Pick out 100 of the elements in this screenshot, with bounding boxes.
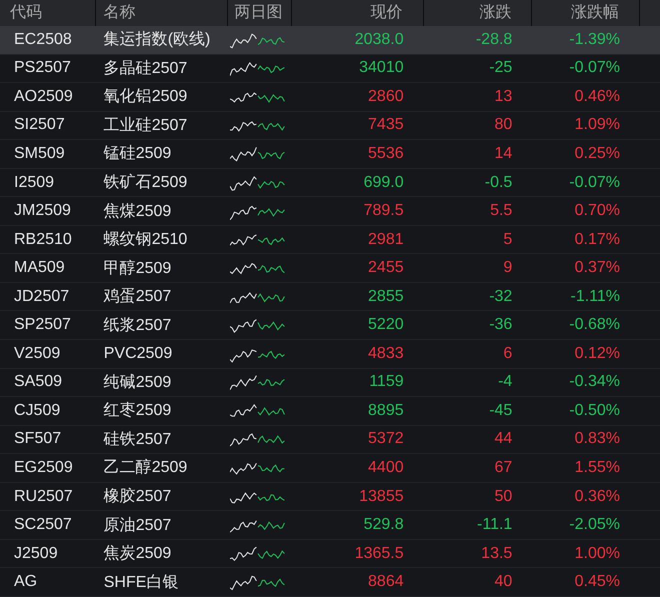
table-cell-text: CJ509 <box>13 402 62 420</box>
table-cell-text: 氧化铝2509 <box>102 87 188 108</box>
table-cell-text: 甲醇2509 <box>102 258 172 279</box>
table-cell-text: -2.05% <box>568 516 621 534</box>
table-cell-text: SP2507 <box>13 316 72 334</box>
table-row[interactable]: CJ509 红枣2509 8895 -45 -0.50% <box>0 397 660 426</box>
table-cell-text: 7435 <box>367 116 405 134</box>
table-row[interactable]: AG SHFE白银 8864 40 0.45% <box>0 568 660 597</box>
table-row[interactable]: AO2509 氧化铝2509 2860 13 0.46% <box>0 83 660 112</box>
table-cell-text: 1.09% <box>574 116 621 134</box>
table-cell-text: 529.8 <box>362 516 405 534</box>
table-cell-text: 乙二醇2509 <box>102 458 188 478</box>
table-row[interactable]: JM2509 焦煤2509 789.5 5.5 0.70% <box>0 197 660 226</box>
table-row[interactable]: SP2507 纸浆2507 5220 -36 -0.68% <box>0 311 660 340</box>
table-row[interactable]: RB2510 螺纹钢2510 2981 5 0.17% <box>0 226 660 254</box>
table-cell-text: SA509 <box>13 373 64 392</box>
table-cell-text: -0.07% <box>568 59 621 78</box>
table-cell-text: 5 <box>502 230 514 249</box>
table-cell-text: 1159 <box>368 373 405 392</box>
table-cell-text: -32 <box>488 288 514 306</box>
table-cell-text: 44 <box>494 430 514 448</box>
table-row[interactable]: I2509 铁矿石2509 699.0 -0.5 -0.07% <box>0 168 660 198</box>
table-row[interactable]: SA509 纯碱2509 1159 -4 -0.34% <box>0 368 660 398</box>
table-cell-text: 0.37% <box>574 259 621 278</box>
table-cell-text: SI2507 <box>13 116 66 134</box>
table-cell-text: 焦炭2509 <box>102 544 172 564</box>
table-cell-text: 焦煤2509 <box>102 202 172 222</box>
table-cell-text: -0.68% <box>568 316 621 334</box>
table-cell-text: -28.8 <box>474 30 514 49</box>
table-cell-text: J2509 <box>13 544 59 563</box>
table-cell-text: RB2510 <box>13 230 73 249</box>
table-cell-text: 铁矿石2509 <box>102 172 188 193</box>
table-cell-text: 14 <box>494 144 514 163</box>
table-cell-text: AG <box>13 573 38 592</box>
table-cell-text: 2855 <box>367 288 405 306</box>
table-cell-text: I2509 <box>13 174 56 192</box>
table-row[interactable]: MA509 甲醇2509 2455 9 0.37% <box>0 254 660 283</box>
table-cell-text: 纯碱2509 <box>102 372 172 393</box>
table-cell-text: AO2509 <box>13 88 74 106</box>
table-cell-text: 2981 <box>367 230 405 249</box>
table-cell-text: SC2507 <box>13 516 73 534</box>
table-cell-text: 13 <box>494 88 514 106</box>
table-cell-text: SF507 <box>13 430 62 448</box>
table-cell-text: 789.5 <box>362 202 405 220</box>
table-cell-text: RU2507 <box>13 488 74 506</box>
table-cell-text: 0.83% <box>574 430 621 448</box>
table-row[interactable]: PS2507 多晶硅2507 34010 -25 -0.07% <box>0 54 660 84</box>
table-cell-text: 锰硅2509 <box>102 144 172 164</box>
table-cell-text: JM2509 <box>13 202 72 220</box>
table-cell-text: JD2507 <box>13 288 70 306</box>
table-cell-text: 0.25% <box>574 144 621 163</box>
table-cell-text: 4833 <box>367 344 405 363</box>
table-cell-text: 5220 <box>367 316 405 334</box>
table-cell-text: MA509 <box>13 259 66 278</box>
table-cell-text: -45 <box>488 402 514 420</box>
table-cell-text: 9 <box>502 259 514 278</box>
table-cell-text: 6 <box>502 344 514 363</box>
table-row[interactable]: J2509 焦炭2509 1365.5 13.5 1.00% <box>0 540 660 568</box>
table-cell-text: 原油2507 <box>102 516 172 536</box>
table-row[interactable]: EG2509 乙二醇2509 4400 67 1.55% <box>0 454 660 483</box>
table-row[interactable]: SI2507 工业硅2507 7435 80 1.09% <box>0 112 660 140</box>
table-cell-text: -1.39% <box>568 30 621 49</box>
table-cell-text: 13855 <box>358 488 405 506</box>
table-cell-text: 699.0 <box>362 174 405 192</box>
table-cell-text: SHFE白银 <box>102 572 180 593</box>
table-cell-text: -36 <box>488 316 514 334</box>
table-row[interactable]: JD2507 鸡蛋2507 2855 -32 -1.11% <box>0 282 660 312</box>
table-cell-text: 鸡蛋2507 <box>102 287 172 308</box>
table-cell-text: PS2507 <box>13 59 72 78</box>
table-cell-text: 硅铁2507 <box>102 430 172 450</box>
table-cell-text: 80 <box>494 116 514 134</box>
table-cell-text: -0.07% <box>568 174 621 192</box>
table-cell-text: -0.34% <box>568 373 621 392</box>
table-cell-text: EC2508 <box>13 30 73 49</box>
table-row[interactable]: EC2508 集运指数(欧线) 2038.0 -28.8 -1.39% <box>0 26 660 55</box>
table-cell-text: -0.5 <box>484 174 514 192</box>
table-cell-text: EG2509 <box>13 458 74 477</box>
table-row[interactable]: RU2507 橡胶2507 13855 50 0.36% <box>0 482 660 512</box>
table-cell-text: -11.1 <box>476 516 514 534</box>
table-cell-text: 1.00% <box>574 544 621 563</box>
table-cell-text: 8864 <box>367 573 405 592</box>
table-cell-text: -25 <box>488 59 514 78</box>
table-row[interactable]: SM509 锰硅2509 5536 14 0.25% <box>0 140 660 169</box>
table-row[interactable]: SC2507 原油2507 529.8 -11.1 -2.05% <box>0 511 660 540</box>
table-cell-text: 多晶硅2507 <box>102 58 188 79</box>
table-cell-text: 50 <box>494 488 514 506</box>
table-cell-text: -4 <box>497 373 514 392</box>
table-cell-text: 红枣2509 <box>102 400 172 422</box>
table-cell-text: -0.50% <box>568 402 621 420</box>
table-row[interactable]: SF507 硅铁2507 5372 44 0.83% <box>0 426 660 454</box>
table-row[interactable]: V2509 PVC2509 4833 6 0.12% <box>0 340 660 369</box>
table-cell-text: 0.17% <box>574 230 621 249</box>
table-cell-text: 橡胶2507 <box>102 486 172 508</box>
table-cell-text: 0.36% <box>574 488 621 506</box>
table-cell-text: 5.5 <box>489 202 514 220</box>
table-cell-text: 螺纹钢2510 <box>102 230 188 250</box>
table-cell-text: 0.70% <box>574 202 621 220</box>
table-cell-text: 2860 <box>367 88 405 106</box>
table-cell-text: SM509 <box>13 144 66 163</box>
table-cell-text: 1365.5 <box>354 544 405 563</box>
